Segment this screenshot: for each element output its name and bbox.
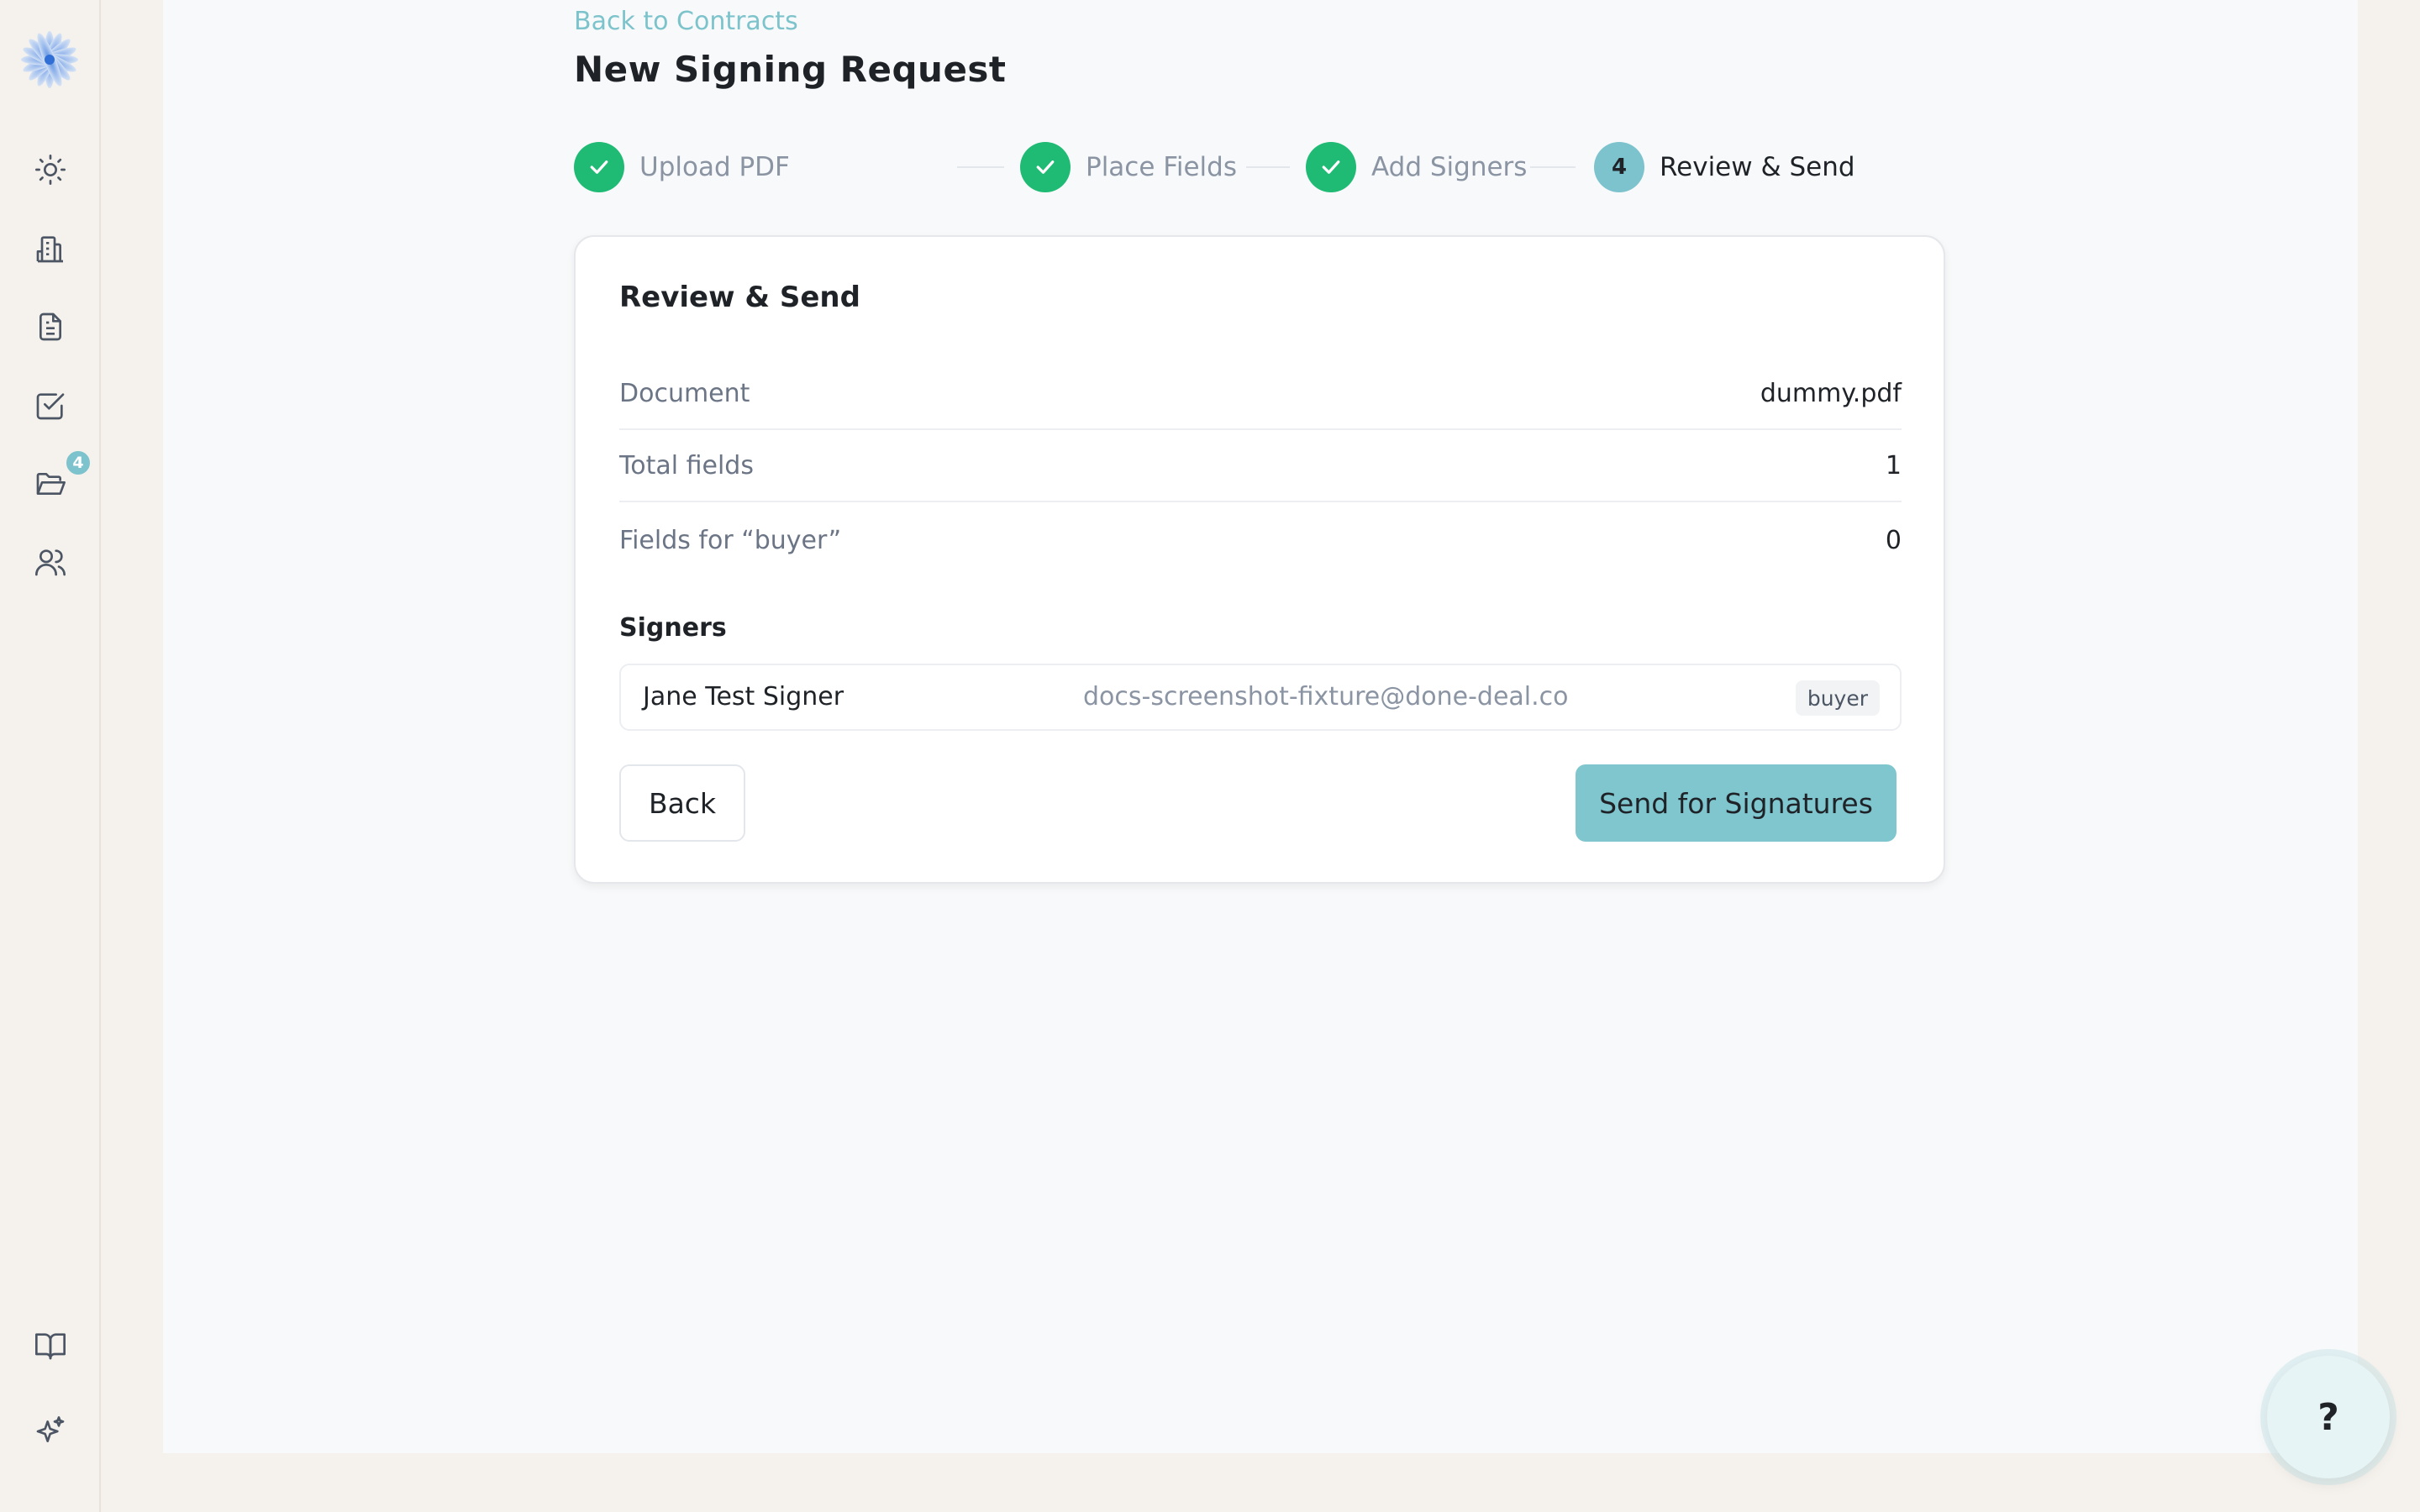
check-icon [574, 142, 624, 192]
sidebar-item-tasks[interactable] [25, 382, 76, 433]
summary-row-fields-for-buyer: Fields for “buyer” 0 [619, 504, 1902, 576]
users-icon [34, 545, 67, 582]
row-label: Fields for “buyer” [619, 525, 842, 555]
step-review-send: 4 Review & Send [1594, 141, 1855, 193]
row-label: Document [619, 378, 750, 408]
step-number: 4 [1594, 142, 1644, 192]
row-value: 0 [1885, 525, 1902, 555]
step-label: Review & Send [1660, 152, 1855, 182]
step-place-fields: Place Fields [1020, 141, 1237, 193]
sun-icon [34, 153, 67, 190]
step-separator [1246, 166, 1290, 168]
sidebar-item-properties[interactable] [25, 225, 76, 276]
row-value: 1 [1885, 450, 1902, 480]
document-icon [34, 310, 67, 347]
step-separator [957, 166, 1004, 168]
book-icon [34, 1329, 67, 1366]
folder-icon [34, 467, 67, 504]
sparkles-icon [34, 1415, 67, 1452]
step-separator [1530, 166, 1576, 168]
step-label: Upload PDF [639, 152, 790, 182]
step-label: Place Fields [1086, 152, 1237, 182]
sidebar-item-contracts[interactable]: 4 [25, 449, 92, 511]
signers-heading: Signers [619, 613, 727, 643]
sidebar-item-documents[interactable] [25, 303, 76, 354]
signer-row: Jane Test Signer docs-screenshot-fixture… [619, 664, 1902, 731]
signer-email: docs-screenshot-fixture@done-deal.co [1083, 682, 1569, 711]
check-icon [1020, 142, 1071, 192]
building-icon [34, 232, 67, 269]
sidebar: 4 [0, 0, 101, 1512]
sidebar-item-contacts[interactable] [25, 538, 76, 589]
app-logo-icon[interactable] [18, 29, 81, 91]
back-button[interactable]: Back [619, 764, 745, 842]
page-title: New Signing Request [574, 49, 1007, 90]
signer-role-badge: buyer [1795, 680, 1880, 716]
step-add-signers: Add Signers [1306, 141, 1527, 193]
summary-row-document: Document dummy.pdf [619, 358, 1902, 430]
send-for-signatures-button[interactable]: Send for Signatures [1576, 764, 1897, 842]
row-value: dummy.pdf [1760, 378, 1902, 408]
signer-name: Jane Test Signer [643, 682, 844, 711]
main-content: Back to Contracts New Signing Request Up… [163, 0, 2358, 1453]
back-to-contracts-link[interactable]: Back to Contracts [574, 7, 798, 36]
sidebar-item-ai-assistant[interactable] [25, 1408, 76, 1458]
sidebar-item-dashboard[interactable] [25, 146, 76, 197]
sidebar-item-guides[interactable] [25, 1322, 76, 1373]
notification-badge: 4 [64, 449, 92, 477]
row-label: Total fields [619, 450, 754, 480]
step-label: Add Signers [1371, 152, 1528, 182]
step-upload-pdf: Upload PDF [574, 141, 790, 193]
review-card: Review & Send Document dummy.pdf Total f… [574, 235, 1945, 884]
card-title: Review & Send [619, 281, 860, 314]
checkbox-icon [34, 389, 67, 426]
summary-row-total-fields: Total fields 1 [619, 430, 1902, 502]
check-icon [1306, 142, 1356, 192]
help-button[interactable]: ? [2267, 1356, 2390, 1478]
